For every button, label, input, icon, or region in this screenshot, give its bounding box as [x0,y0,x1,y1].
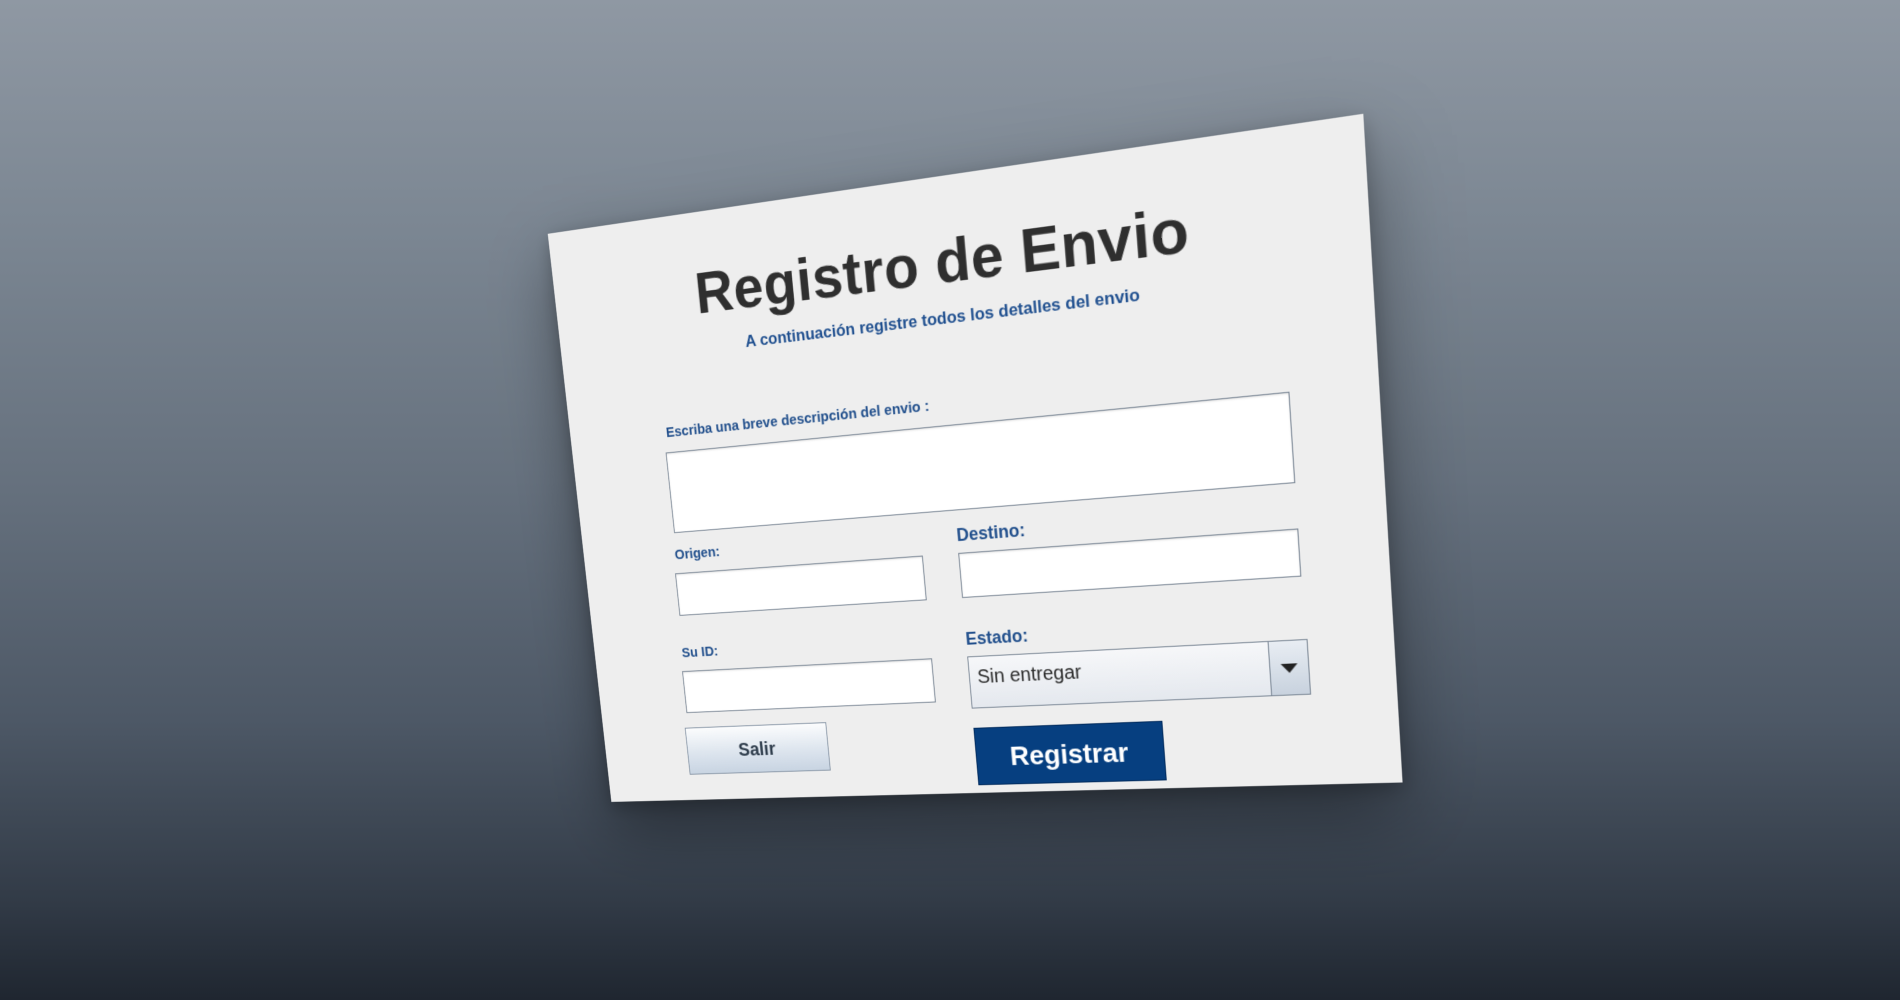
destination-label: Destino: [956,520,1026,546]
chevron-down-icon [1279,661,1299,674]
shipment-registration-panel: Registro de Envio A continuación registr… [548,114,1403,802]
exit-button[interactable]: Salir [685,722,831,775]
stage: Registro de Envio A continuación registr… [0,0,1900,1000]
user-id-field[interactable] [682,658,936,713]
user-id-label: Su ID: [681,643,719,661]
origin-label: Origen: [674,544,721,563]
origin-field[interactable] [675,556,927,616]
status-label: Estado: [965,626,1029,650]
status-select[interactable]: Sin entregar [967,639,1311,709]
status-dropdown-button[interactable] [1268,640,1310,695]
status-selected-value: Sin entregar [968,642,1271,708]
description-field[interactable] [666,392,1296,534]
register-button[interactable]: Registrar [973,721,1166,785]
